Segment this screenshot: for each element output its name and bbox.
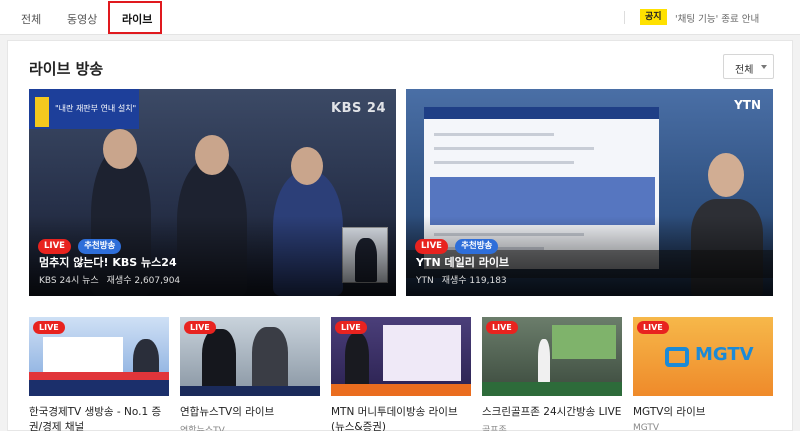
notice-badge: 공지 xyxy=(640,9,667,25)
video-caption-band xyxy=(29,372,169,380)
live-badge: LIVE xyxy=(33,321,65,334)
live-broadcast-panel: 라이브 방송 전체 "내란 재판부 연내 설치" KBS 24 LIVE 추천방… xyxy=(7,40,793,431)
video-golfer xyxy=(538,339,550,383)
live-card[interactable]: LIVE MTN 머니투데이방송 라이브 (뉴스&증권) xyxy=(331,317,471,431)
featured-card-ytn[interactable]: YTN LIVE 추천방송 YTN 데일리 라이브 YTN 재생수 119,183 xyxy=(406,89,773,296)
tab-all[interactable]: 전체 xyxy=(21,11,41,27)
featured-meta: YTN 재생수 119,183 xyxy=(416,273,507,286)
video-caption-band xyxy=(331,384,471,396)
live-thumbnail[interactable]: LIVE xyxy=(331,317,471,396)
video-caption-band xyxy=(29,380,169,396)
featured-title[interactable]: YTN 데일리 라이브 xyxy=(416,254,509,270)
chevron-down-icon xyxy=(761,65,767,69)
live-card-title[interactable]: 한국경제TV 생방송 - No.1 증권/경제 채널 xyxy=(29,405,169,431)
live-card[interactable]: LIVE 스크린골프존 24시간방송 LIVE 골프존 xyxy=(482,317,622,431)
filter-dropdown[interactable]: 전체 xyxy=(723,54,774,79)
video-stock-chart xyxy=(43,337,123,375)
tab-video[interactable]: 동영상 xyxy=(67,11,97,27)
video-person-head xyxy=(195,135,229,175)
video-caption-band xyxy=(180,386,320,396)
live-card-title[interactable]: 연합뉴스TV의 라이브 xyxy=(180,405,320,420)
live-card-title[interactable]: MTN 머니투데이방송 라이브 (뉴스&증권) xyxy=(331,405,471,431)
live-card[interactable]: LIVE 연합뉴스TV의 라이브 연합뉴스TV xyxy=(180,317,320,431)
video-screen-graphic xyxy=(383,325,461,381)
mgtv-logo-text: MGTV xyxy=(695,344,754,365)
featured-card-kbs[interactable]: "내란 재판부 연내 설치" KBS 24 LIVE 추천방송 멈추지 않는다!… xyxy=(29,89,396,296)
live-card-channel[interactable]: 연합뉴스TV xyxy=(180,423,320,431)
live-card-channel[interactable]: MGTV xyxy=(633,423,773,431)
live-badge: LIVE xyxy=(486,321,518,334)
notice-link[interactable]: '채팅 기능' 종료 안내 xyxy=(675,11,759,25)
recommend-badge: 추천방송 xyxy=(455,239,499,254)
video-headline-bar xyxy=(424,107,659,119)
view-count: 재생수 119,183 xyxy=(441,276,507,286)
live-card-title[interactable]: MGTV의 라이브 xyxy=(633,405,773,420)
video-person xyxy=(202,329,236,391)
overlay-banner-text: "내란 재판부 연내 설치" xyxy=(55,104,137,113)
live-badge: LIVE xyxy=(38,239,71,254)
live-card-channel[interactable]: 골프존 xyxy=(482,423,622,431)
channel-watermark-logo: KBS 24 xyxy=(331,101,386,116)
filter-dropdown-label: 전체 xyxy=(735,65,754,76)
channel-name[interactable]: KBS 24시 뉴스 xyxy=(39,276,99,286)
live-card-title[interactable]: 스크린골프존 24시간방송 LIVE xyxy=(482,405,622,420)
tab-live-highlight xyxy=(108,1,162,34)
video-anchor xyxy=(345,333,369,389)
top-tab-bar: 전체 동영상 라이브 공지 '채팅 기능' 종료 안내 xyxy=(0,0,800,35)
channel-name[interactable]: YTN xyxy=(416,276,434,286)
live-badge: LIVE xyxy=(184,321,216,334)
live-badge: LIVE xyxy=(637,321,669,334)
recommend-badge: 추천방송 xyxy=(78,239,122,254)
overlay-banner-accent xyxy=(35,97,49,127)
video-anchor-head xyxy=(708,153,744,197)
live-thumbnail[interactable]: LIVE xyxy=(482,317,622,396)
live-thumbnail[interactable]: LIVE xyxy=(29,317,169,396)
featured-meta: KBS 24시 뉴스 재생수 2,607,904 xyxy=(39,273,180,286)
channel-watermark-logo: YTN xyxy=(734,98,761,112)
video-golf-floor xyxy=(482,382,622,396)
video-person-head xyxy=(103,129,137,169)
video-person xyxy=(252,327,288,391)
card-badges: LIVE 추천방송 xyxy=(415,233,499,254)
live-thumbnail[interactable]: MGTV LIVE xyxy=(633,317,773,396)
live-card[interactable]: LIVE 한국경제TV 생방송 - No.1 증권/경제 채널 xyxy=(29,317,169,431)
live-card[interactable]: MGTV LIVE MGTV의 라이브 MGTV xyxy=(633,317,773,431)
mgtv-logo-icon xyxy=(665,347,689,367)
featured-title[interactable]: 멈추지 않는다! KBS 뉴스24 xyxy=(39,254,177,270)
live-badge: LIVE xyxy=(335,321,367,334)
card-badges: LIVE 추천방송 xyxy=(38,233,122,254)
live-thumbnail[interactable]: LIVE xyxy=(180,317,320,396)
video-golf-screen xyxy=(552,325,616,359)
view-count: 재생수 2,607,904 xyxy=(106,276,181,286)
live-badge: LIVE xyxy=(415,239,448,254)
video-person-head xyxy=(291,147,323,185)
section-title: 라이브 방송 xyxy=(29,60,104,78)
notice-divider xyxy=(624,11,625,24)
